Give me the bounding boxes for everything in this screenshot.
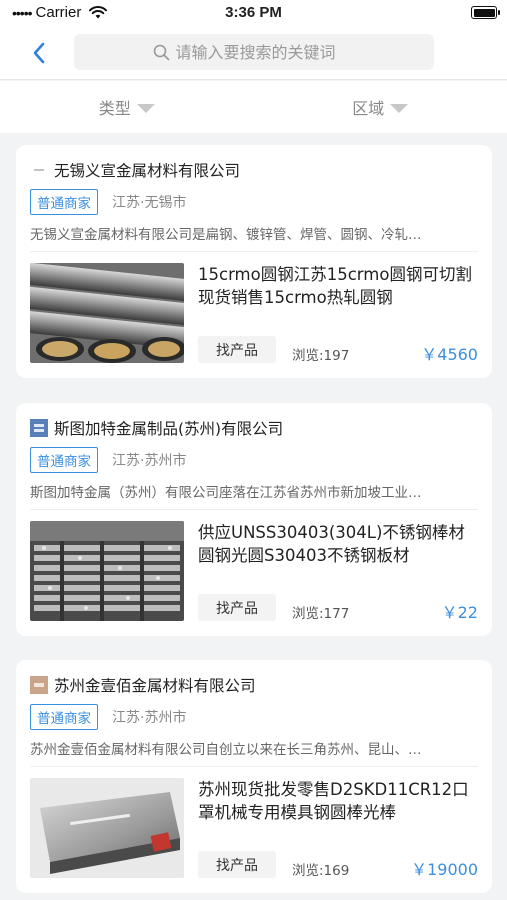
filter-type[interactable]: 类型 [0,81,254,133]
battery-icon [471,6,500,19]
company-header: 斯图加特金属制品(苏州)有限公司 [30,417,478,439]
company-name[interactable]: 无锡义宣金属材料有限公司 [54,159,240,181]
company-description: 斯图加特金属（苏州）有限公司座落在江苏省苏州市新加坡工业… [30,485,422,501]
view-count: 浏览:177 [292,606,350,622]
company-card[interactable]: 无锡义宣金属材料有限公司 普通商家 江苏·无锡市 无锡义宣金属材料有限公司是扁钢… [16,145,492,378]
filter-region-label: 区域 [352,99,385,118]
company-region: 江苏·苏州市 [112,710,187,726]
company-logo [30,676,48,694]
company-description: 苏州金壹佰金属材料有限公司自创立以来在长三角苏州、昆山、… [30,742,422,758]
search-icon [153,44,169,60]
company-header: 无锡义宣金属材料有限公司 [30,159,478,181]
product-title[interactable]: 15crmo圆钢江苏15crmo圆钢可切割现货销售15crmo热轧圆钢 [198,263,478,309]
find-product-button[interactable]: 找产品 [198,851,276,878]
product-price: ￥4560 [421,345,478,364]
company-meta: 普通商家 江苏·苏州市 [30,704,186,730]
product-price: ￥22 [441,603,478,622]
chevron-left-icon [33,42,45,64]
product-price: ￥19000 [411,860,478,879]
company-name[interactable]: 苏州金壹佰金属材料有限公司 [54,674,256,696]
product-image[interactable] [30,263,184,363]
merchant-badge: 普通商家 [30,189,98,215]
merchant-badge: 普通商家 [30,447,98,473]
company-card[interactable]: 斯图加特金属制品(苏州)有限公司 普通商家 江苏·苏州市 斯图加特金属（苏州）有… [16,403,492,636]
company-card[interactable]: 苏州金壹佰金属材料有限公司 普通商家 江苏·苏州市 苏州金壹佰金属材料有限公司自… [16,660,492,893]
find-product-button[interactable]: 找产品 [198,594,276,621]
filter-type-label: 类型 [98,99,131,118]
company-logo [30,419,48,437]
status-time: 3:36 PM [225,4,282,21]
find-product-button[interactable]: 找产品 [198,336,276,363]
divider [30,251,478,252]
company-header: 苏州金壹佰金属材料有限公司 [30,674,478,696]
filter-region[interactable]: 区域 [254,81,507,133]
company-description: 无锡义宣金属材料有限公司是扁钢、镀锌管、焊管、圆钢、冷轧… [30,227,422,243]
status-bar: ••••• Carrier 3:36 PM [0,0,507,26]
product-title[interactable]: 苏州现货批发零售D2SKD11CR12口罩机械专用模具钢圆棒光棒 [198,778,478,824]
search-input[interactable] [175,42,356,62]
company-logo [30,161,48,179]
view-count: 浏览:197 [292,348,350,364]
divider [30,766,478,767]
company-region: 江苏·无锡市 [112,195,187,211]
back-button[interactable] [22,36,56,70]
company-meta: 普通商家 江苏·苏州市 [30,447,186,473]
divider [30,509,478,510]
product-image[interactable] [30,778,184,878]
product-image[interactable] [30,521,184,621]
dropdown-triangle-icon [390,103,409,113]
nav-bar [0,26,507,80]
merchant-badge: 普通商家 [30,704,98,730]
search-box[interactable] [74,34,434,70]
company-region: 江苏·苏州市 [112,453,187,469]
product-title[interactable]: 供应UNSS30403(304L)不锈钢棒材圆钢光圆S30403不锈钢板材 [198,521,478,567]
view-count: 浏览:169 [292,863,350,879]
filter-bar: 类型 区域 [0,81,507,133]
company-name[interactable]: 斯图加特金属制品(苏州)有限公司 [54,417,283,439]
company-meta: 普通商家 江苏·无锡市 [30,189,186,215]
dropdown-triangle-icon [136,103,155,113]
